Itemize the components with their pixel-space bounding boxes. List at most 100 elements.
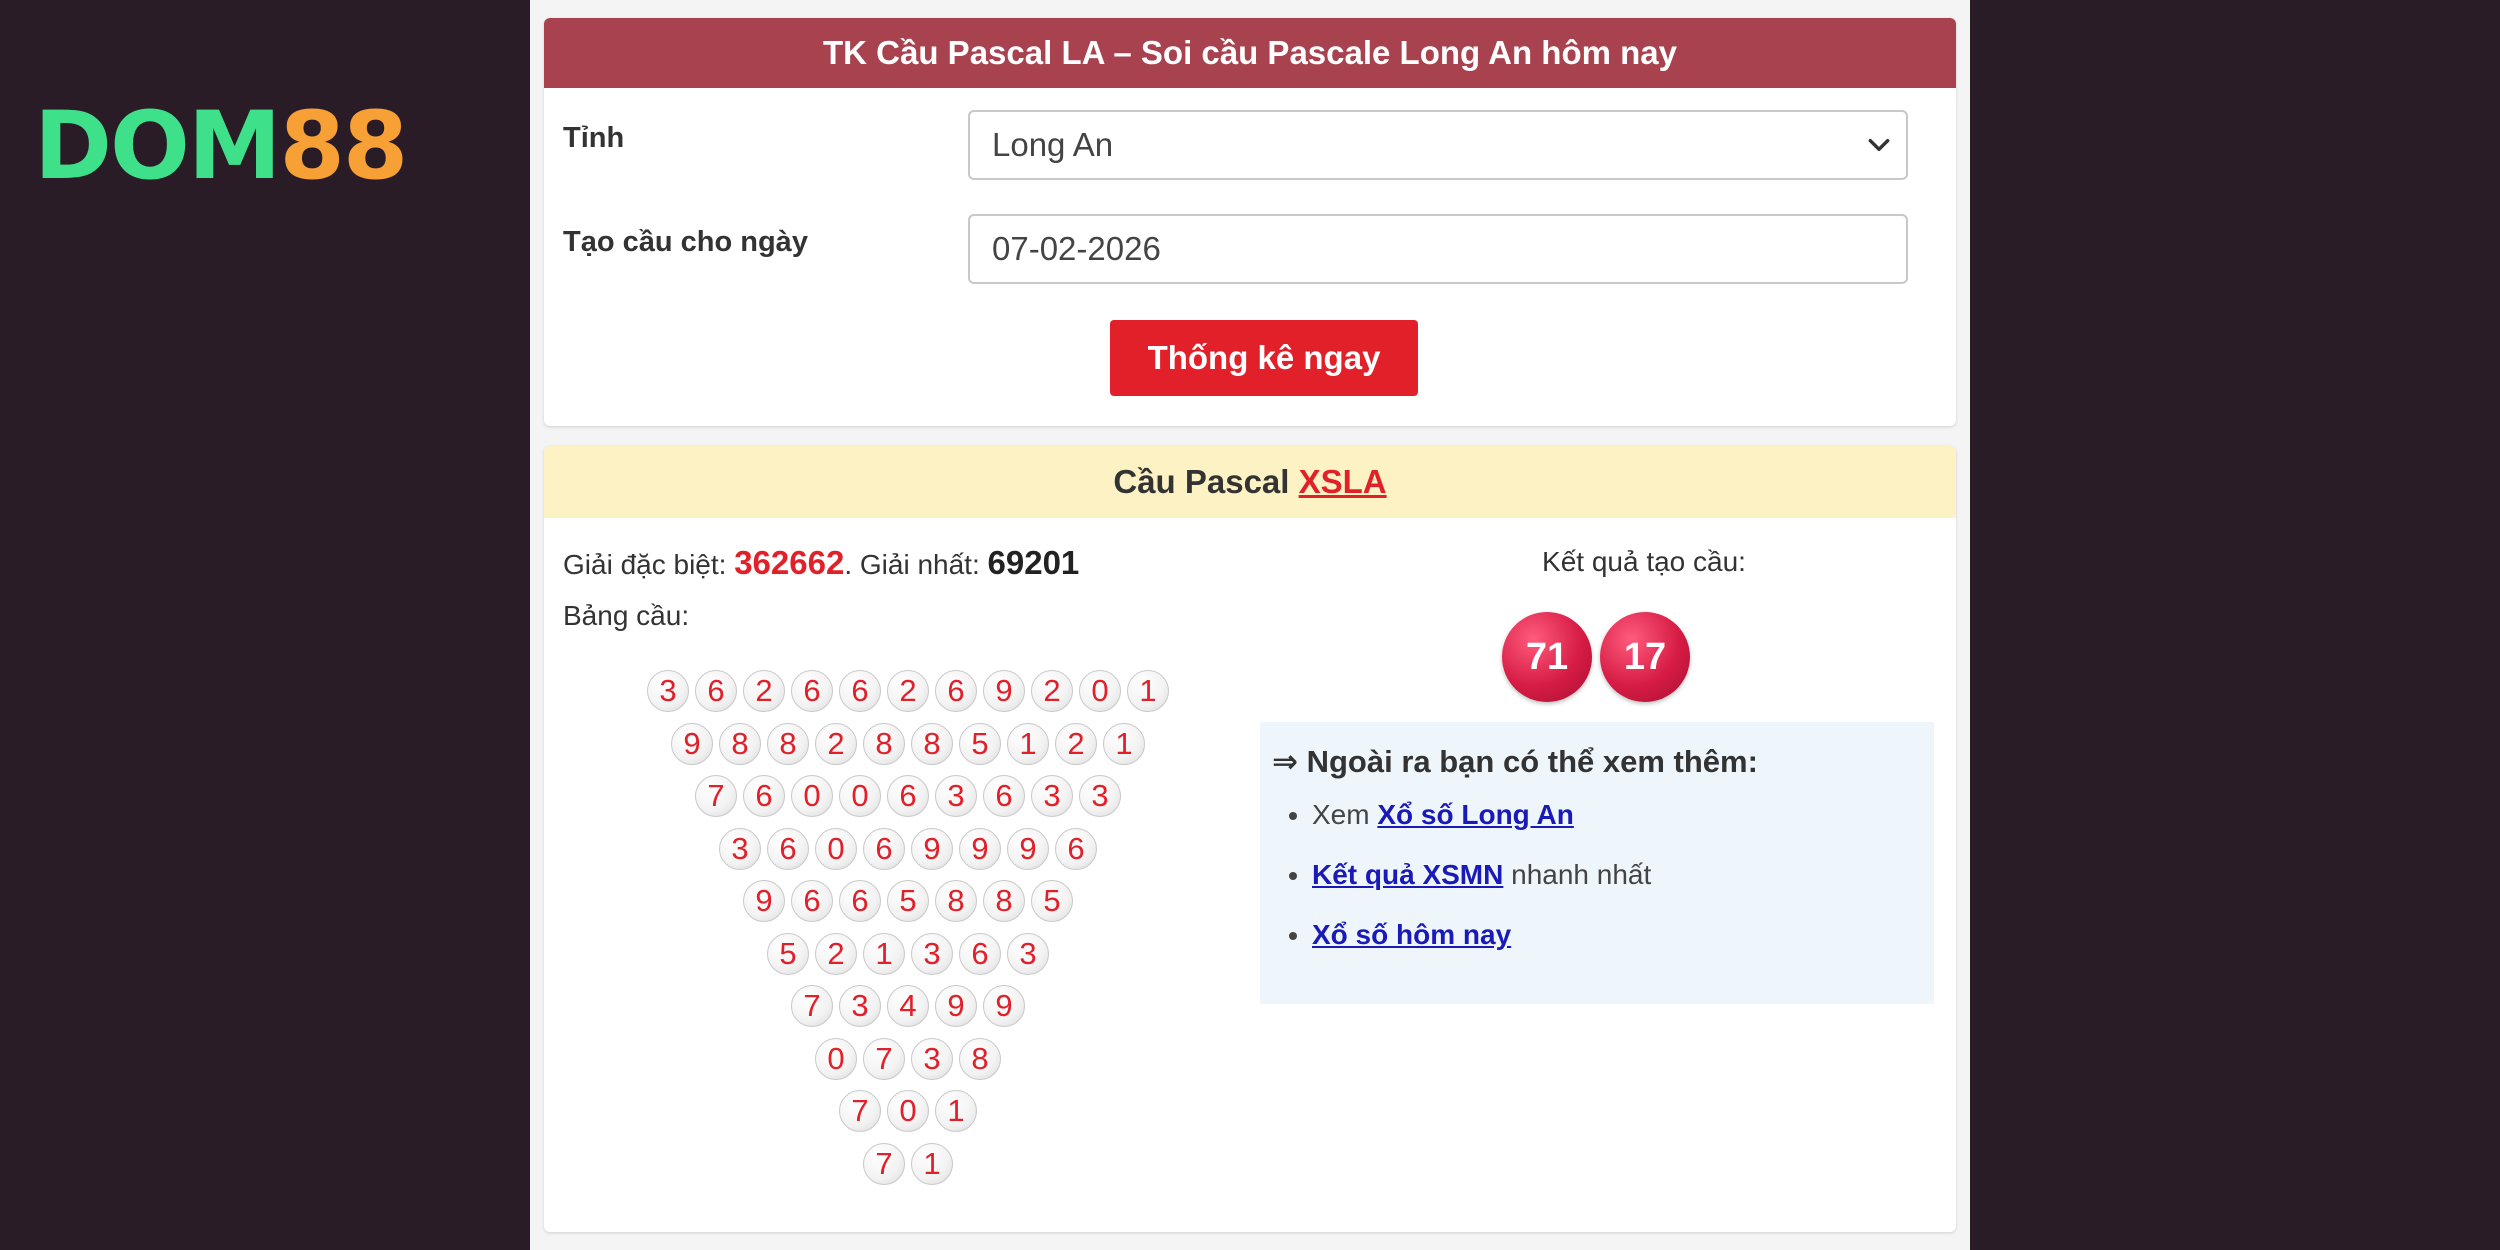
- triangle-digit: 3: [911, 932, 953, 975]
- triangle-digit: 7: [791, 985, 833, 1027]
- triangle-digit: 8: [767, 722, 809, 765]
- triangle-digit: 0: [887, 1090, 929, 1132]
- triangle-digit: 8: [863, 722, 905, 765]
- province-selected-value: Long An: [992, 126, 1114, 163]
- triangle-digit: 8: [911, 722, 953, 765]
- triangle-digit: 6: [791, 880, 833, 922]
- triangle-digit: 6: [839, 880, 881, 922]
- triangle-digit: 8: [983, 880, 1025, 922]
- ket-qua-xsmn-link[interactable]: Kết quả XSMN: [1312, 859, 1503, 890]
- triangle-digit: 6: [791, 670, 833, 712]
- date-label: Tạo cầu cho ngày: [563, 226, 808, 258]
- triangle-digit: 6: [959, 932, 1001, 975]
- special-prize-value: 362662: [734, 544, 845, 581]
- table-label: Bảng cầu:: [563, 600, 690, 631]
- list-item: Kết quả XSMN nhanh nhất: [1312, 858, 1922, 892]
- triangle-row: 36069996: [716, 826, 1100, 872]
- triangle-digit: 3: [839, 985, 881, 1027]
- triangle-digit: 9: [959, 827, 1001, 870]
- triangle-digit: 2: [1055, 722, 1097, 765]
- triangle-digit: 9: [983, 985, 1025, 1027]
- triangle-digit: 1: [911, 1142, 953, 1185]
- triangle-digit: 9: [743, 880, 785, 922]
- xo-so-hom-nay-link[interactable]: Xổ số hôm nay: [1312, 919, 1511, 950]
- triangle-digit: 6: [695, 670, 737, 712]
- result-title: Cầu Pascal XSLA: [544, 446, 1956, 518]
- triangle-row: 521363: [764, 931, 1052, 977]
- triangle-digit: 7: [839, 1090, 881, 1132]
- list-item: Xem Xổ số Long An: [1312, 798, 1922, 832]
- result-title-prefix: Cầu Pascal: [1113, 463, 1299, 500]
- triangle-digit: 2: [743, 670, 785, 712]
- triangle-row: 73499: [788, 983, 1028, 1029]
- xo-so-long-an-link[interactable]: Xổ số Long An: [1377, 799, 1574, 830]
- triangle-digit: 1: [1103, 722, 1145, 765]
- triangle-digit: 9: [935, 985, 977, 1027]
- triangle-digit: 9: [671, 722, 713, 765]
- triangle-row: 71: [860, 1141, 956, 1187]
- triangle-digit: 3: [1079, 775, 1121, 817]
- triangle-digit: 2: [1031, 670, 1073, 712]
- more-title: ⇒ Ngoài ra bạn có thể xem thêm:: [1272, 744, 1758, 779]
- more-links-box: ⇒ Ngoài ra bạn có thể xem thêm: Xem Xổ s…: [1260, 722, 1934, 1004]
- triangle-digit: 0: [791, 775, 833, 817]
- province-label: Tỉnh: [563, 122, 625, 154]
- submit-button[interactable]: Thống kê ngay: [1110, 320, 1418, 396]
- triangle-row: 0738: [812, 1036, 1004, 1082]
- triangle-digit: 0: [839, 775, 881, 817]
- triangle-digit: 6: [767, 827, 809, 870]
- result-ball: 71: [1502, 612, 1592, 702]
- logo-text-88: 88: [279, 92, 408, 201]
- province-select[interactable]: Long An: [968, 110, 1908, 180]
- triangle-digit: 6: [983, 775, 1025, 817]
- triangle-digit: 5: [959, 722, 1001, 765]
- triangle-digit: 0: [815, 1037, 857, 1080]
- item1-prefix: Xem: [1312, 799, 1378, 830]
- triangle-digit: 8: [719, 722, 761, 765]
- triangle-digit: 8: [959, 1037, 1001, 1080]
- item2-suffix: nhanh nhất: [1503, 859, 1652, 890]
- triangle-digit: 9: [983, 670, 1025, 712]
- first-prize-label: . Giải nhất:: [844, 549, 988, 580]
- triangle-digit: 3: [911, 1037, 953, 1080]
- special-prize-label: Giải đặc biệt:: [563, 549, 735, 580]
- triangle-digit: 6: [743, 775, 785, 817]
- triangle-digit: 5: [1031, 880, 1073, 922]
- prize-line: Giải đặc biệt: 362662. Giải nhất: 69201: [563, 544, 1079, 582]
- triangle-digit: 6: [1055, 827, 1097, 870]
- triangle-row: 36266269201: [644, 668, 1172, 714]
- chevron-down-icon: [1868, 138, 1890, 152]
- triangle-digit: 2: [815, 932, 857, 975]
- triangle-digit: 0: [1079, 670, 1121, 712]
- triangle-row: 760063633: [692, 773, 1124, 819]
- triangle-digit: 1: [1007, 722, 1049, 765]
- main-column: TK Cầu Pascal LA – Soi cầu Pascale Long …: [530, 0, 1970, 1250]
- triangle-digit: 6: [887, 775, 929, 817]
- triangle-digit: 1: [1127, 670, 1169, 712]
- xsla-link[interactable]: XSLA: [1299, 463, 1387, 500]
- triangle-digit: 3: [719, 827, 761, 870]
- more-links-list: Xem Xổ số Long An Kết quả XSMN nhanh nhấ…: [1272, 798, 1922, 952]
- triangle-digit: 9: [1007, 827, 1049, 870]
- triangle-digit: 6: [839, 670, 881, 712]
- triangle-digit: 0: [815, 827, 857, 870]
- pascal-result-card: Cầu Pascal XSLA Giải đặc biệt: 362662. G…: [544, 446, 1956, 1232]
- dom88-logo[interactable]: DOM88: [34, 100, 408, 194]
- logo-text-dom: DOM: [34, 92, 281, 201]
- triangle-digit: 1: [863, 932, 905, 975]
- date-input[interactable]: 07-02-2026: [968, 214, 1908, 284]
- triangle-row: 9665885: [740, 878, 1076, 924]
- triangle-row: 701: [836, 1088, 980, 1134]
- triangle-digit: 3: [935, 775, 977, 817]
- triangle-digit: 3: [1007, 932, 1049, 975]
- triangle-digit: 7: [863, 1142, 905, 1185]
- triangle-digit: 2: [887, 670, 929, 712]
- triangle-digit: 8: [935, 880, 977, 922]
- triangle-digit: 5: [887, 880, 929, 922]
- first-prize-value: 69201: [987, 544, 1080, 581]
- list-item: Xổ số hôm nay: [1312, 918, 1922, 952]
- triangle-digit: 6: [863, 827, 905, 870]
- pascal-form-card: TK Cầu Pascal LA – Soi cầu Pascale Long …: [544, 18, 1956, 426]
- triangle-row: 9882885121: [668, 721, 1148, 767]
- triangle-digit: 1: [935, 1090, 977, 1132]
